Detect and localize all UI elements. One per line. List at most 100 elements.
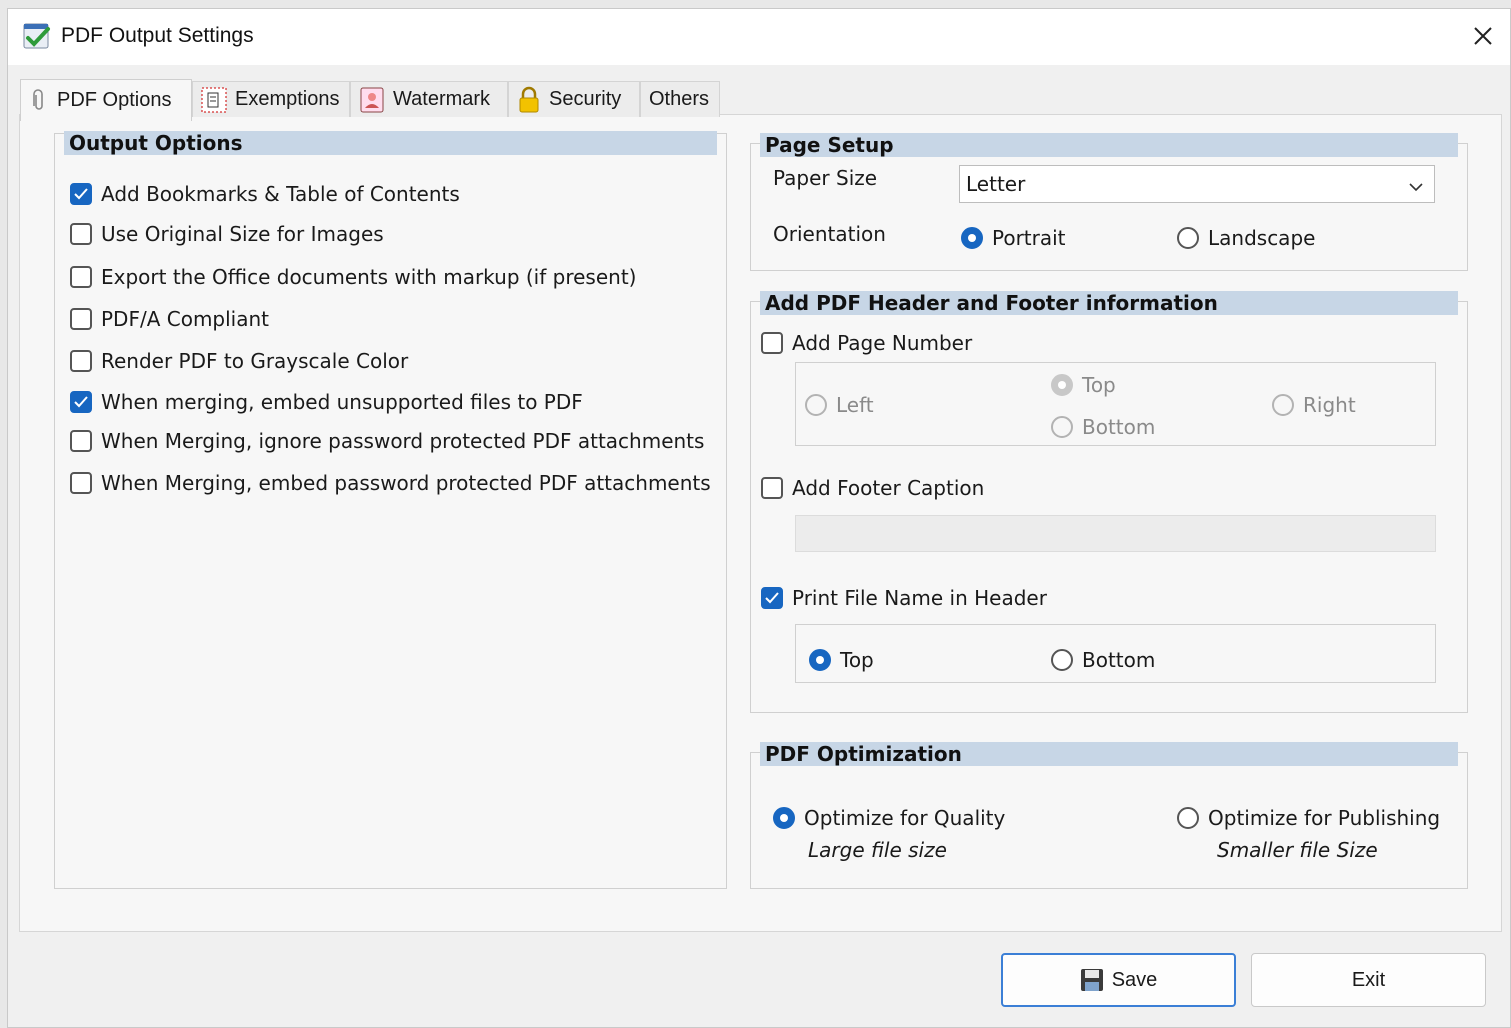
tab-others[interactable]: Others — [640, 81, 720, 117]
checkbox-label: When Merging, embed password protected P… — [101, 471, 711, 495]
orientation-label: Orientation — [773, 222, 886, 246]
quality-note: Large file size — [808, 838, 947, 862]
checkbox-label: Use Original Size for Images — [101, 222, 384, 246]
checkbox-label: Add Footer Caption — [792, 476, 985, 500]
tab-label: Others — [649, 88, 710, 110]
radio-icon — [1177, 807, 1199, 829]
ignore-password-pdf-checkbox[interactable]: When Merging, ignore password protected … — [70, 429, 704, 453]
pdfa-compliant-checkbox[interactable]: PDF/A Compliant — [70, 307, 269, 331]
embed-unsupported-checkbox[interactable]: When merging, embed unsupported files to… — [70, 390, 583, 414]
add-footer-caption-checkbox[interactable]: Add Footer Caption — [761, 476, 984, 500]
portrait-radio[interactable]: Portrait — [961, 226, 1066, 250]
radio-label: Top — [840, 648, 874, 672]
radio-label: Top — [1082, 373, 1116, 397]
landscape-radio[interactable]: Landscape — [1177, 226, 1315, 250]
page-number-bottom-radio[interactable]: Bottom — [1051, 415, 1155, 439]
lock-icon — [517, 86, 541, 114]
radio-label: Landscape — [1208, 226, 1316, 250]
radio-selected-icon — [961, 227, 983, 249]
page-number-top-radio[interactable]: Top — [1051, 373, 1116, 397]
radio-icon — [1051, 416, 1073, 438]
embed-password-pdf-checkbox[interactable]: When Merging, embed password protected P… — [70, 471, 711, 495]
radio-label: Bottom — [1082, 415, 1156, 439]
exemptions-icon — [201, 87, 227, 113]
radio-selected-icon — [773, 807, 795, 829]
radio-label: Portrait — [992, 226, 1066, 250]
add-bookmarks-checkbox[interactable]: Add Bookmarks & Table of Contents — [70, 182, 460, 206]
exit-button-label: Exit — [1351, 968, 1386, 991]
save-button-label: Save — [1111, 968, 1158, 991]
radio-label: Bottom — [1082, 648, 1156, 672]
checkbox-checked-icon — [70, 391, 92, 413]
publishing-note: Smaller file Size — [1217, 838, 1378, 862]
footer-caption-input[interactable] — [795, 515, 1436, 552]
tab-pdf-options[interactable]: PDF Options — [20, 79, 192, 121]
tab-security[interactable]: Security — [508, 81, 640, 117]
checkbox-checked-icon — [761, 587, 783, 609]
tab-exemptions[interactable]: Exemptions — [192, 81, 350, 117]
window-title: PDF Output Settings — [61, 24, 254, 47]
chevron-down-icon — [1408, 176, 1424, 200]
checkbox-label: When Merging, ignore password protected … — [101, 429, 705, 453]
tab-label: Watermark — [393, 88, 491, 110]
header-footer-header: Add PDF Header and Footer information — [760, 291, 1458, 315]
checkbox-icon — [70, 430, 92, 452]
close-icon — [1474, 27, 1492, 45]
page-number-right-radio[interactable]: Right — [1272, 393, 1356, 417]
add-page-number-checkbox[interactable]: Add Page Number — [761, 331, 972, 355]
pdf-optimization-header: PDF Optimization — [760, 742, 1458, 766]
page-setup-group — [750, 143, 1468, 271]
watermark-icon — [359, 87, 385, 113]
radio-selected-icon — [1051, 374, 1073, 396]
paper-size-label: Paper Size — [773, 166, 878, 190]
radio-icon — [1177, 227, 1199, 249]
checkbox-label: PDF/A Compliant — [101, 307, 270, 331]
paperclip-icon — [29, 88, 49, 113]
close-button[interactable] — [1462, 15, 1504, 57]
original-size-images-checkbox[interactable]: Use Original Size for Images — [70, 222, 384, 246]
tab-label: Security — [549, 88, 622, 110]
tab-watermark[interactable]: Watermark — [350, 81, 508, 117]
file-name-bottom-radio[interactable]: Bottom — [1051, 648, 1155, 672]
checkbox-icon — [70, 266, 92, 288]
checkbox-label: Add Page Number — [792, 331, 973, 355]
optimize-publishing-radio[interactable]: Optimize for Publishing — [1177, 806, 1440, 830]
radio-icon — [1272, 394, 1294, 416]
radio-selected-icon — [809, 649, 831, 671]
tab-label: PDF Options — [57, 89, 172, 111]
checkbox-label: Render PDF to Grayscale Color — [101, 349, 409, 373]
radio-label: Left — [836, 393, 874, 417]
output-options-header: Output Options — [64, 131, 717, 155]
checkbox-icon — [761, 332, 783, 354]
radio-label: Right — [1303, 393, 1356, 417]
pdf-output-settings-dialog: PDF Output Settings PDF Options Exemptio… — [7, 8, 1511, 1028]
print-file-name-checkbox[interactable]: Print File Name in Header — [761, 586, 1047, 610]
checkbox-icon — [70, 350, 92, 372]
checkbox-label: Print File Name in Header — [792, 586, 1047, 610]
tab-label: Exemptions — [235, 88, 340, 110]
floppy-disk-icon — [1080, 968, 1104, 992]
paper-size-value: Letter — [966, 172, 1026, 196]
radio-icon — [805, 394, 827, 416]
title-bar: PDF Output Settings — [8, 9, 1510, 65]
app-icon — [22, 21, 52, 51]
export-office-markup-checkbox[interactable]: Export the Office documents with markup … — [70, 265, 636, 289]
radio-label: Optimize for Publishing — [1208, 806, 1441, 830]
exit-button[interactable]: Exit — [1251, 953, 1486, 1007]
checkbox-icon — [70, 223, 92, 245]
page-number-left-radio[interactable]: Left — [805, 393, 874, 417]
page-setup-header: Page Setup — [760, 133, 1458, 157]
checkbox-label: Add Bookmarks & Table of Contents — [101, 182, 460, 206]
checkbox-icon — [70, 308, 92, 330]
grayscale-checkbox[interactable]: Render PDF to Grayscale Color — [70, 349, 408, 373]
checkbox-checked-icon — [70, 183, 92, 205]
checkbox-icon — [70, 472, 92, 494]
file-name-top-radio[interactable]: Top — [809, 648, 874, 672]
radio-icon — [1051, 649, 1073, 671]
checkbox-label: Export the Office documents with markup … — [101, 265, 637, 289]
paper-size-select[interactable]: Letter — [959, 165, 1435, 203]
checkbox-label: When merging, embed unsupported files to… — [101, 390, 583, 414]
output-options-group — [54, 133, 727, 889]
save-button[interactable]: Save — [1001, 953, 1236, 1007]
optimize-quality-radio[interactable]: Optimize for Quality — [773, 806, 1005, 830]
